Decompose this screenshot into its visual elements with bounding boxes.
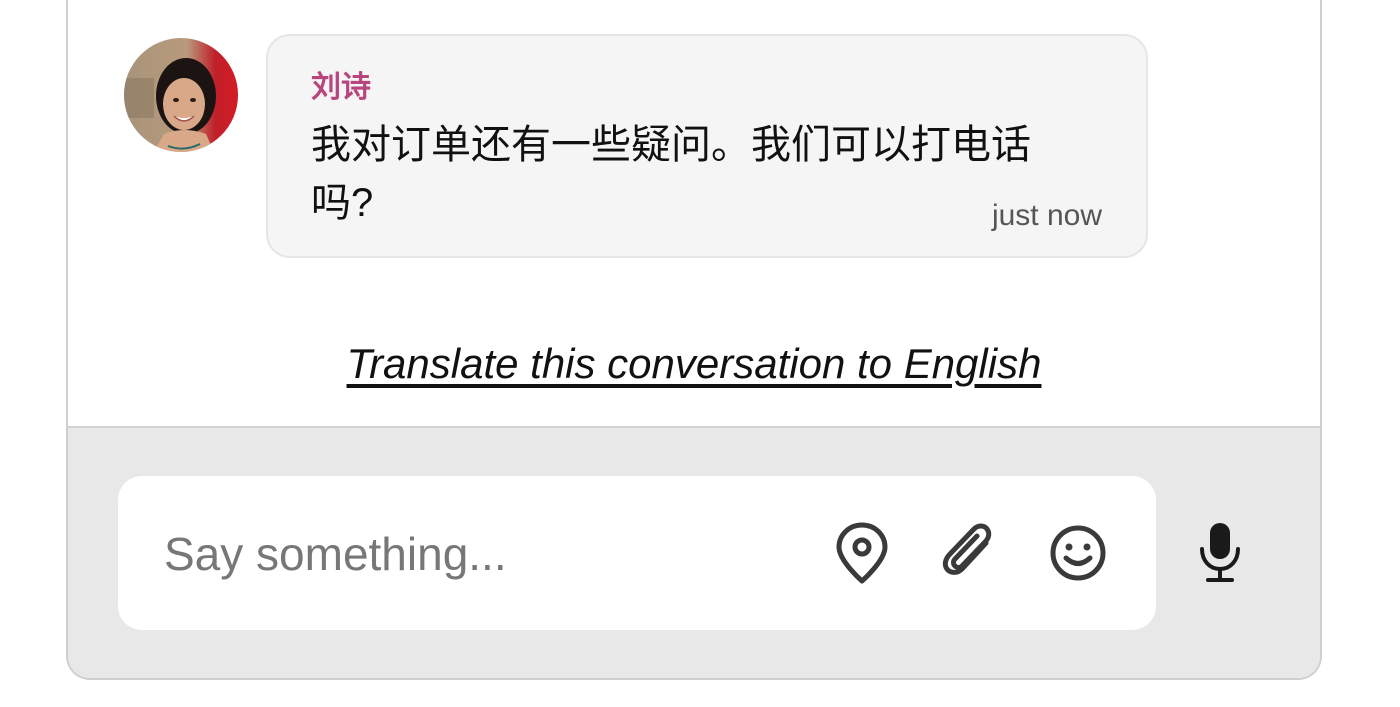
message-input-box [118, 476, 1156, 630]
message-text: 我对订单还有一些疑问。我们可以打电话吗? [311, 123, 1031, 225]
sender-avatar[interactable] [124, 38, 238, 152]
messages-area: 刘诗 我对订单还有一些疑问。我们可以打电话吗? just now Transla… [68, 0, 1320, 426]
composer-bar [68, 426, 1320, 678]
avatar-photo-icon [124, 38, 238, 152]
voice-record-button[interactable] [1188, 521, 1252, 585]
smiley-icon [1050, 525, 1106, 581]
message-input[interactable] [164, 516, 784, 592]
paperclip-icon [942, 523, 992, 575]
sender-name: 刘诗 [311, 71, 371, 104]
location-button[interactable] [830, 521, 894, 585]
message-timestamp: just now [991, 199, 1102, 232]
location-pin-icon [836, 522, 888, 584]
emoji-button[interactable] [1046, 521, 1110, 585]
translate-conversation-link[interactable]: Translate this conversation to English [68, 336, 1320, 392]
attach-button[interactable] [938, 521, 1002, 585]
message-bubble: 刘诗 我对订单还有一些疑问。我们可以打电话吗? just now [266, 34, 1148, 258]
chat-window: 刘诗 我对订单还有一些疑问。我们可以打电话吗? just now Transla… [66, 0, 1322, 680]
microphone-icon [1200, 523, 1240, 582]
